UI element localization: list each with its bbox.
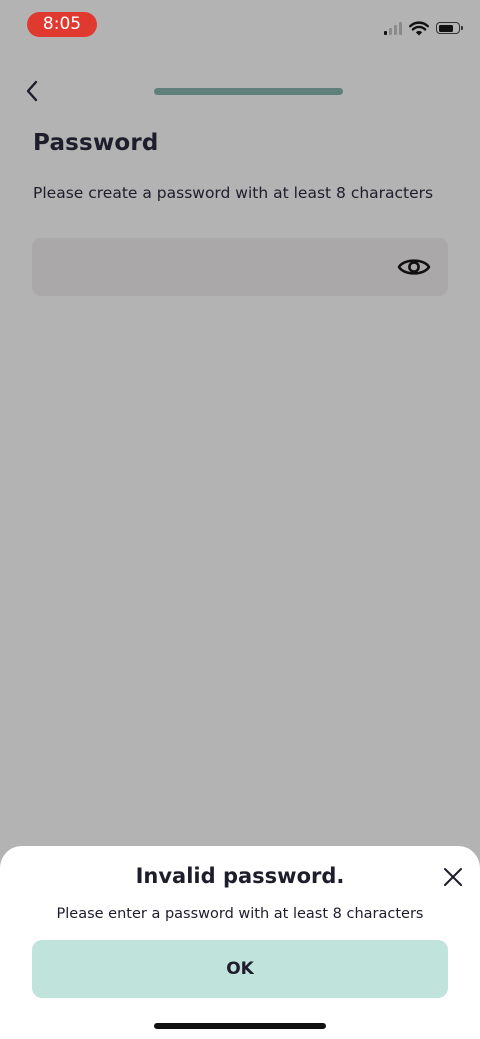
progress-bar	[154, 88, 343, 95]
progress-bar-fill	[154, 88, 343, 95]
back-button[interactable]	[18, 77, 46, 105]
dialog-message: Please enter a password with at least 8 …	[56, 906, 424, 922]
chevron-left-icon	[26, 80, 38, 102]
close-dialog-button[interactable]	[440, 864, 466, 890]
wifi-icon	[409, 20, 429, 35]
status-icons	[384, 18, 463, 38]
battery-icon	[436, 22, 463, 34]
dialog-title: Invalid password.	[135, 864, 345, 888]
page-subtitle: Please create a password with at least 8…	[33, 184, 434, 202]
home-indicator	[154, 1023, 326, 1029]
eye-icon	[397, 259, 431, 275]
ok-button[interactable]: OK	[32, 940, 448, 998]
cellular-signal-icon	[384, 21, 402, 35]
status-time: 8:05	[27, 12, 97, 37]
password-field	[32, 238, 448, 298]
toggle-password-visibility-button[interactable]	[396, 250, 432, 284]
invalid-password-dialog: Invalid password. Please enter a passwor…	[0, 846, 480, 1039]
close-icon	[444, 868, 462, 886]
page-title: Password	[33, 130, 159, 156]
password-input[interactable]	[48, 238, 392, 298]
